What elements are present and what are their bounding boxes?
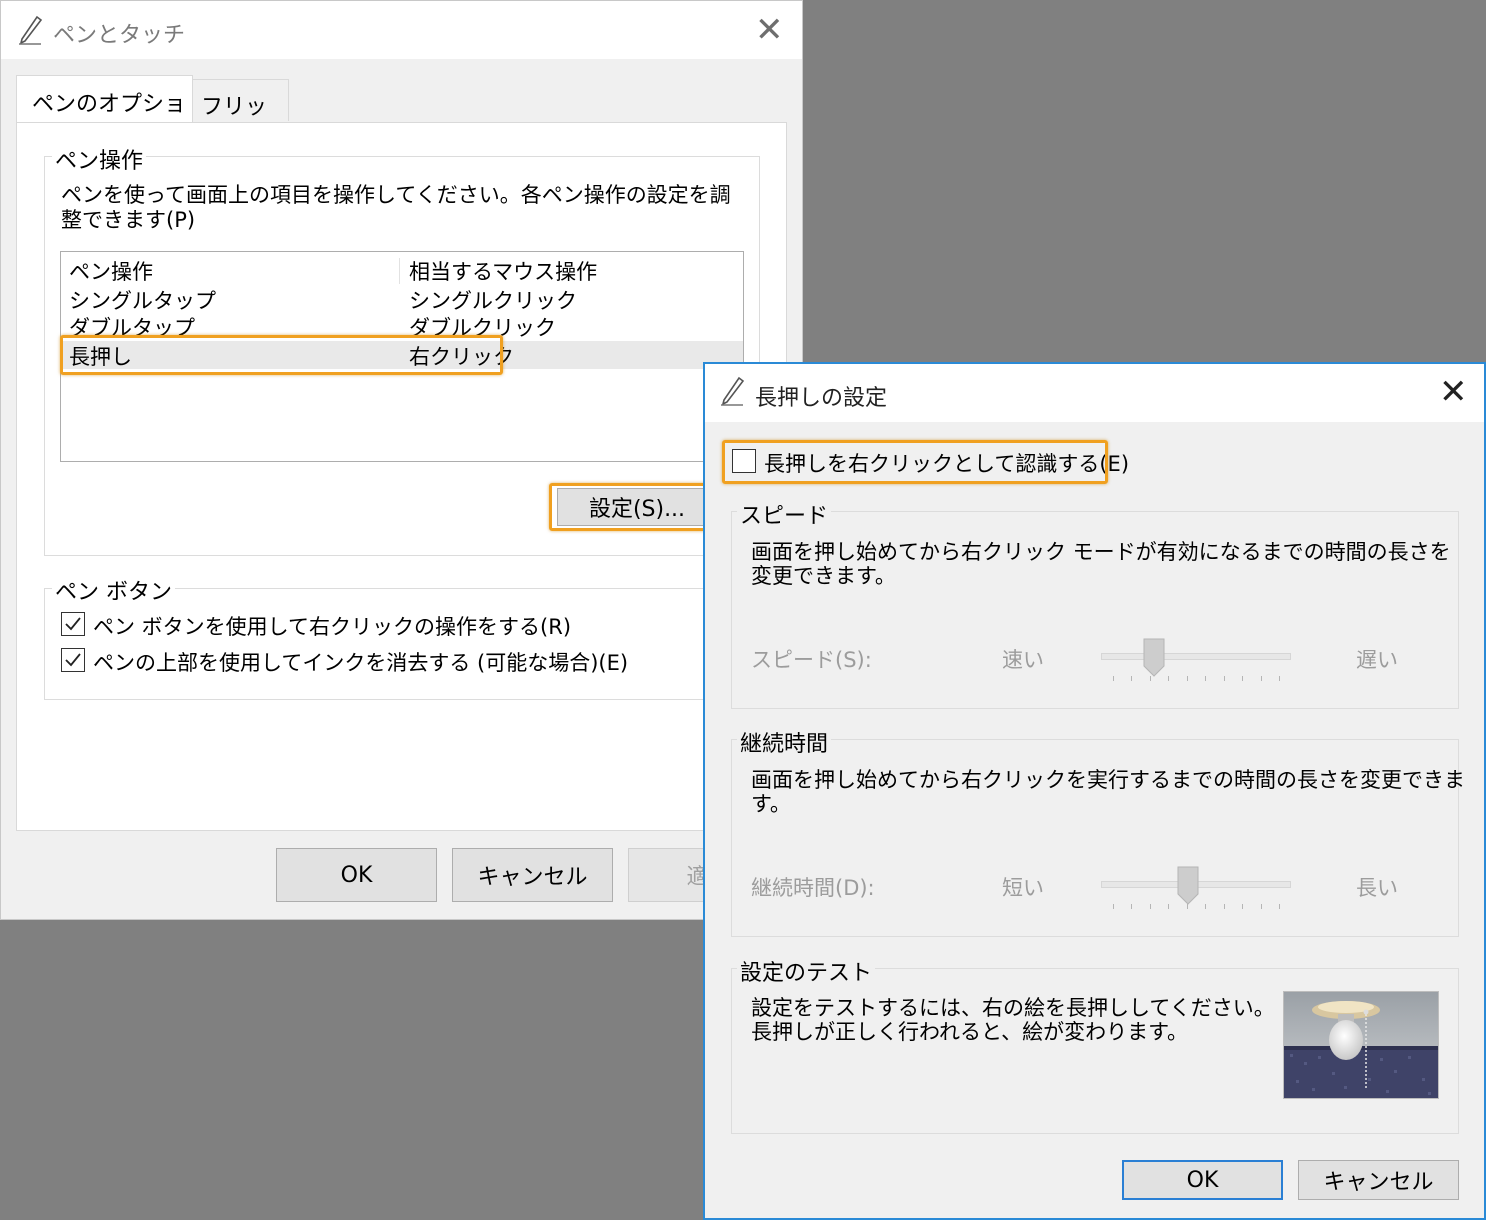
group-label: スピード <box>737 498 832 530</box>
slider-tick <box>1261 904 1262 909</box>
checkmark-icon <box>65 617 81 631</box>
window-title: ペンとタッチ <box>53 23 186 48</box>
slider-tick <box>1224 904 1225 909</box>
cancel-button[interactable]: キャンセル <box>1298 1160 1459 1200</box>
slider-tick <box>1113 904 1114 909</box>
slider-tick <box>1168 904 1169 909</box>
press-and-hold-dialog: 長押しの設定 ✕ 長押しを右クリックとして認識する(E) スピード 画面を押し始… <box>703 362 1486 1220</box>
ok-button[interactable]: OK <box>1122 1160 1283 1200</box>
slider-tick <box>1279 904 1280 909</box>
slider-tick <box>1113 676 1114 681</box>
duration-min-label: 短い <box>1002 876 1044 900</box>
tab-pen-options[interactable]: ペンのオプション <box>16 75 193 149</box>
dialog-title: 長押しの設定 <box>755 386 888 411</box>
slider-thumb[interactable] <box>1177 866 1199 906</box>
highlight-enable-checkbox <box>722 440 1108 484</box>
duration-slider-label: 継続時間(D): <box>751 876 875 900</box>
pen-and-touch-window: ペンとタッチ ✕ ペンのオプション フリック ペン操作 ペンを使って画面上の項目… <box>0 0 803 920</box>
tab-panel: ペン操作 ペンを使って画面上の項目を操作してください。各ペン操作の設定を調 整で… <box>16 122 787 831</box>
speed-slider-label: スピード(S): <box>751 648 872 672</box>
group-label: ペン操作 <box>52 143 147 175</box>
slider-tick <box>1205 904 1206 909</box>
speed-description: 変更できます。 <box>751 564 896 588</box>
speed-slider[interactable] <box>1101 636 1291 682</box>
slider-tick <box>1224 676 1225 681</box>
duration-description: 画面を押し始めてから右クリックを実行するまでの時間の長さを変更できま <box>751 768 1465 792</box>
tab-flicks[interactable]: フリック <box>192 79 289 152</box>
checkmark-icon <box>65 653 81 667</box>
slider-tick <box>1150 904 1151 909</box>
slider-tick <box>1131 904 1132 909</box>
highlight-settings-button <box>549 483 709 531</box>
slider-tick <box>1279 676 1280 681</box>
mouse-cell: シングルクリック <box>409 289 577 313</box>
duration-slider[interactable] <box>1101 864 1291 910</box>
cancel-button[interactable]: キャンセル <box>452 848 613 902</box>
highlight-press-hold-row <box>60 335 503 375</box>
slider-track <box>1101 653 1291 660</box>
column-divider <box>399 258 400 284</box>
slider-thumb[interactable] <box>1143 638 1165 678</box>
checkbox-label[interactable]: ペンの上部を使用してインクを消去する (可能な場合)(E) <box>93 647 628 677</box>
duration-max-label: 長い <box>1356 876 1398 900</box>
speed-min-label: 速い <box>1002 648 1044 672</box>
column-header: 相当するマウス操作 <box>409 260 598 284</box>
pen-button-right-click-checkbox[interactable] <box>61 612 85 636</box>
pen-eraser-checkbox[interactable] <box>61 648 85 672</box>
slider-tick <box>1131 676 1132 681</box>
close-icon[interactable]: ✕ <box>755 13 784 47</box>
pen-actions-description: 整できます(P) <box>61 208 196 232</box>
close-icon[interactable]: ✕ <box>1439 375 1468 409</box>
slider-tick <box>1261 676 1262 681</box>
checkbox-label[interactable]: ペン ボタンを使用して右クリックの操作をする(R) <box>93 611 571 641</box>
test-description: 長押しが正しく行われると、絵が変わります。 <box>751 1020 1189 1044</box>
pen-icon <box>19 15 43 45</box>
slider-tick <box>1242 904 1243 909</box>
slider-tick <box>1168 676 1169 681</box>
pen-icon <box>721 376 745 406</box>
slider-tick <box>1205 676 1206 681</box>
test-image[interactable] <box>1283 991 1439 1099</box>
title-bar: ペンとタッチ ✕ <box>1 1 802 59</box>
ok-button[interactable]: OK <box>276 848 437 902</box>
lightbulb-icon <box>1284 992 1438 1098</box>
slider-tick <box>1187 676 1188 681</box>
action-cell: シングルタップ <box>69 289 216 313</box>
list-item[interactable]: シングルタップ シングルクリック <box>61 285 743 313</box>
slider-tick <box>1242 676 1243 681</box>
group-label: 設定のテスト <box>737 955 876 987</box>
speed-max-label: 遅い <box>1356 648 1398 672</box>
group-label: 継続時間 <box>737 726 832 758</box>
duration-description: す。 <box>751 792 791 816</box>
group-label: ペン ボタン <box>52 574 175 606</box>
list-header: ペン操作 相当するマウス操作 <box>61 256 743 284</box>
title-bar: 長押しの設定 ✕ <box>705 364 1484 422</box>
slider-ticks <box>1113 676 1280 682</box>
column-header: ペン操作 <box>69 260 153 284</box>
